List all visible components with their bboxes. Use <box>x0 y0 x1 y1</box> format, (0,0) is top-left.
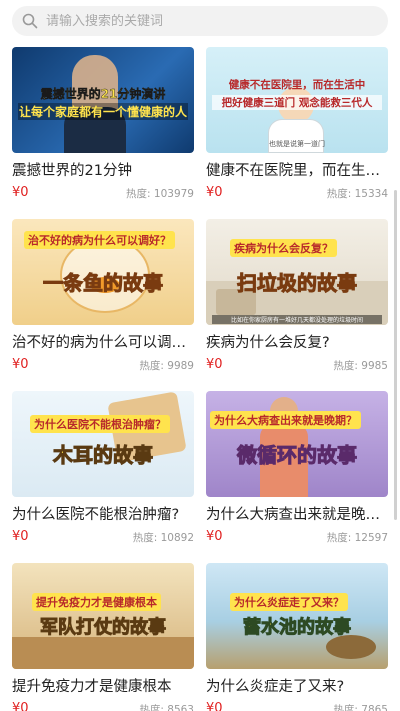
thumbnail-caption: 让每个家庭都有一个懂健康的人 <box>18 103 188 120</box>
video-title[interactable]: 震撼世界的21分钟 <box>12 159 194 180</box>
video-title[interactable]: 疾病为什么会反复? <box>206 331 388 352</box>
video-card[interactable]: 为什么医院不能根治肿瘤？ 木耳的故事 为什么医院不能根治肿瘤? ¥0 热度: 1… <box>12 391 194 544</box>
video-thumbnail[interactable]: 为什么大病查出来就是晚期？ 微循环的故事 <box>206 391 388 497</box>
price: ¥0 <box>206 185 223 200</box>
price: ¥0 <box>12 529 29 544</box>
video-card[interactable]: 为什么炎症走了又来？ 蓄水池的故事 为什么炎症走了又来? ¥0 热度: 7865 <box>206 563 388 711</box>
heat-count: 热度: 12597 <box>326 532 388 544</box>
thumbnail-caption: 疾病为什么会反复？ <box>230 239 337 257</box>
video-card[interactable]: 健康不在医院里，而在生活中 把好健康三道门 观念能救三代人 也就是说第一道门 健… <box>206 47 388 200</box>
video-title[interactable]: 健康不在医院里，而在生… <box>206 159 388 180</box>
thumbnail-caption: 蓄水池的故事 <box>243 617 352 639</box>
price: ¥0 <box>12 185 29 200</box>
video-card[interactable]: 提升免疫力才是健康根本 军队打仗的故事 提升免疫力才是健康根本 ¥0 热度: 8… <box>12 563 194 711</box>
thumbnail-caption: 治不好的病为什么可以调好？ <box>24 231 175 249</box>
video-thumbnail[interactable]: 治不好的病为什么可以调好？ 一条鱼的故事 <box>12 219 194 325</box>
heat-count: 热度: 7865 <box>333 704 388 711</box>
thumbnail-caption: 扫垃圾的故事 <box>237 271 358 296</box>
price: ¥0 <box>12 701 29 711</box>
heat-count: 热度: 10892 <box>132 532 194 544</box>
thumbnail-caption: 一条鱼的故事 <box>43 271 164 296</box>
video-title[interactable]: 治不好的病为什么可以调… <box>12 331 194 352</box>
video-thumbnail[interactable]: 为什么炎症走了又来？ 蓄水池的故事 <box>206 563 388 669</box>
video-title[interactable]: 提升免疫力才是健康根本 <box>12 675 194 696</box>
scrollbar[interactable] <box>394 190 397 520</box>
thumbnail-caption: 健康不在医院里，而在生活中 <box>228 79 366 91</box>
price: ¥0 <box>206 357 223 372</box>
video-thumbnail[interactable]: 震撼世界的21分钟演讲 让每个家庭都有一个懂健康的人 <box>12 47 194 153</box>
video-card[interactable]: 疾病为什么会反复？ 扫垃圾的故事 比如在你家厨房有一堆好几天都没处理的垃圾时间 … <box>206 219 388 372</box>
heat-count: 热度: 8563 <box>139 704 194 711</box>
video-thumbnail[interactable]: 为什么医院不能根治肿瘤？ 木耳的故事 <box>12 391 194 497</box>
thumbnail-caption: 为什么医院不能根治肿瘤？ <box>30 415 170 433</box>
thumbnail-caption: 把好健康三道门 观念能救三代人 <box>212 95 382 110</box>
video-card[interactable]: 治不好的病为什么可以调好？ 一条鱼的故事 治不好的病为什么可以调… ¥0 热度:… <box>12 219 194 372</box>
thumbnail-caption: 为什么炎症走了又来？ <box>230 593 348 611</box>
video-card[interactable]: 震撼世界的21分钟演讲 让每个家庭都有一个懂健康的人 震撼世界的21分钟 ¥0 … <box>12 47 194 200</box>
thumbnail-caption: 微循环的故事 <box>237 443 358 468</box>
thumbnail-caption: 为什么大病查出来就是晚期？ <box>210 411 361 429</box>
thumbnail-subtitle: 比如在你家厨房有一堆好几天都没处理的垃圾时间 <box>212 315 382 324</box>
video-title[interactable]: 为什么医院不能根治肿瘤? <box>12 503 194 524</box>
heat-count: 热度: 9985 <box>333 360 388 372</box>
search-bar[interactable] <box>12 6 388 36</box>
video-thumbnail[interactable]: 提升免疫力才是健康根本 军队打仗的故事 <box>12 563 194 669</box>
price: ¥0 <box>206 701 223 711</box>
heat-count: 热度: 103979 <box>126 188 194 200</box>
heat-count: 热度: 15334 <box>326 188 388 200</box>
video-thumbnail[interactable]: 健康不在医院里，而在生活中 把好健康三道门 观念能救三代人 也就是说第一道门 <box>206 47 388 153</box>
video-title[interactable]: 为什么大病查出来就是晚… <box>206 503 388 524</box>
price: ¥0 <box>206 529 223 544</box>
thumbnail-caption: 木耳的故事 <box>53 443 154 468</box>
thumbnail-caption: 军队打仗的故事 <box>40 617 167 639</box>
thumbnail-subtitle: 也就是说第一道门 <box>269 140 325 148</box>
video-thumbnail[interactable]: 疾病为什么会反复？ 扫垃圾的故事 比如在你家厨房有一堆好几天都没处理的垃圾时间 <box>206 219 388 325</box>
thumbnail-caption: 震撼世界的21分钟演讲 <box>40 87 166 101</box>
video-card[interactable]: 为什么大病查出来就是晚期？ 微循环的故事 为什么大病查出来就是晚… ¥0 热度:… <box>206 391 388 544</box>
search-input[interactable] <box>46 13 346 29</box>
video-title[interactable]: 为什么炎症走了又来? <box>206 675 388 696</box>
heat-count: 热度: 9989 <box>139 360 194 372</box>
thumbnail-caption: 提升免疫力才是健康根本 <box>32 593 161 611</box>
price: ¥0 <box>12 357 29 372</box>
search-icon <box>22 13 38 29</box>
